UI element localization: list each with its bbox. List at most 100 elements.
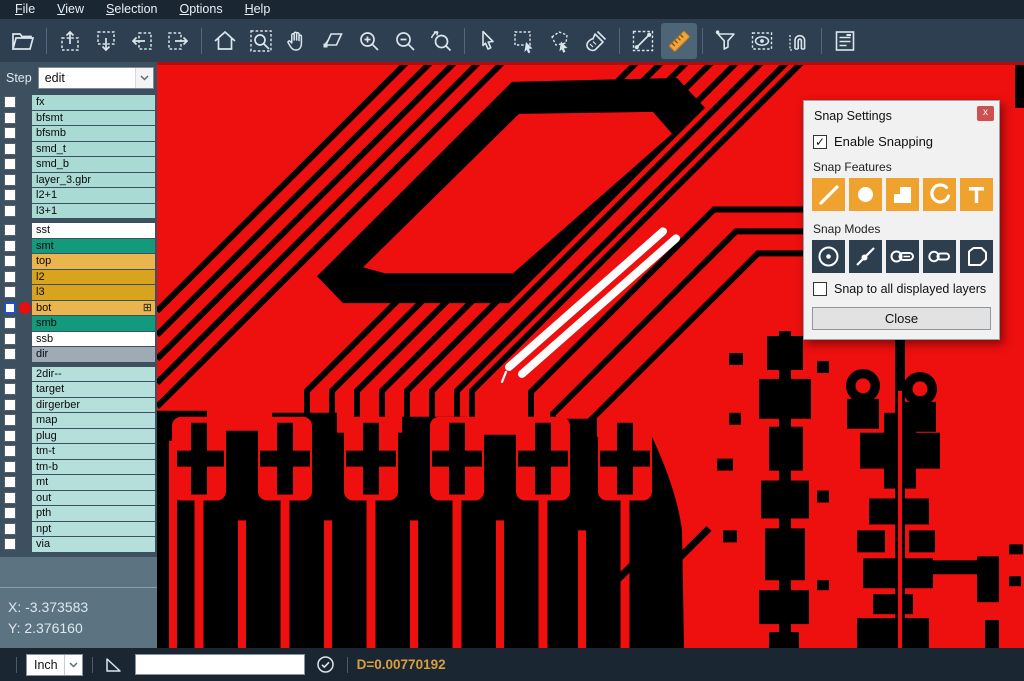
layer-visibility-checkbox[interactable] [4,430,16,442]
chevron-down-icon[interactable] [64,655,82,675]
layer-row-smt[interactable]: smt [0,239,157,254]
layer-name[interactable]: dir [32,347,155,362]
view-right-button[interactable] [160,23,196,59]
select-rectangle-button[interactable] [506,23,542,59]
layer-name[interactable]: fx [32,95,155,110]
layer-visibility-checkbox[interactable] [4,271,16,283]
zoom-previous-button[interactable] [423,23,459,59]
measure-line-button[interactable] [625,23,661,59]
layer-visibility-checkbox[interactable] [4,127,16,139]
select-button[interactable] [470,23,506,59]
dialog-title-bar[interactable]: Snap Settings x [804,101,999,125]
snap-feature-line-button[interactable] [812,178,845,211]
menu-options[interactable]: Options [168,0,233,19]
snap-feature-text-button[interactable] [960,178,993,211]
snap-all-layers-checkbox[interactable] [813,282,827,296]
layer-name[interactable]: top [32,254,155,269]
layer-visibility-checkbox[interactable] [4,112,16,124]
snap-mode-pad-outline-button[interactable] [923,240,956,273]
layer-name[interactable]: tm-t [32,444,155,459]
layer-visibility-checkbox[interactable] [4,461,16,473]
layer-visibility-checkbox[interactable] [4,189,16,201]
pan-hand-button[interactable] [279,23,315,59]
menu-selection[interactable]: Selection [95,0,168,19]
layer-row-l2[interactable]: l2 [0,270,157,285]
zoom-out-button[interactable] [387,23,423,59]
layer-name[interactable]: dirgerber [32,398,155,413]
layer-row-plug[interactable]: plug [0,429,157,444]
confirm-measure-button[interactable] [314,653,338,677]
layer-row-l2+1[interactable]: l2+1 [0,188,157,203]
layer-row-pth[interactable]: pth [0,506,157,521]
layer-row-top[interactable]: top [0,254,157,269]
layer-name[interactable]: tm-b [32,460,155,475]
snap-feature-arc-button[interactable] [923,178,956,211]
view-up-button[interactable] [52,23,88,59]
snap-magnet-button[interactable] [780,23,816,59]
layer-row-sst[interactable]: sst [0,223,157,238]
layer-row-fx[interactable]: fx [0,95,157,110]
chevron-down-icon[interactable] [135,68,153,88]
snap-feature-circle-button[interactable] [849,178,882,211]
layer-name[interactable]: bfsmb [32,126,155,141]
step-select[interactable]: edit [38,67,154,89]
layer-visibility-checkbox[interactable] [4,383,16,395]
layer-row-layer_3.gbr[interactable]: layer_3.gbr [0,173,157,188]
layer-name[interactable]: sst [32,223,155,238]
view-area-button[interactable] [744,23,780,59]
ruler-button[interactable] [661,23,697,59]
layer-visibility-checkbox[interactable] [4,492,16,504]
layer-name[interactable]: layer_3.gbr [32,173,155,188]
view-down-button[interactable] [88,23,124,59]
clean-brush-button[interactable] [578,23,614,59]
layer-visibility-checkbox[interactable] [4,240,16,252]
home-view-button[interactable] [207,23,243,59]
layer-name[interactable]: l3 [32,285,155,300]
open-button[interactable] [5,23,41,59]
layer-name[interactable]: target [32,382,155,397]
layer-visibility-checkbox[interactable] [4,255,16,267]
enable-snapping-checkbox[interactable]: ✓ [813,135,827,149]
layer-name[interactable]: via [32,537,155,552]
layer-name[interactable]: bfsmt [32,111,155,126]
layer-visibility-checkbox[interactable] [4,143,16,155]
zoom-in-button[interactable] [351,23,387,59]
dialog-close-button[interactable]: x [977,106,994,121]
layer-row-via[interactable]: via [0,537,157,552]
layer-name[interactable]: npt [32,522,155,537]
layer-row-smd_b[interactable]: smd_b [0,157,157,172]
layer-name[interactable]: smd_b [32,157,155,172]
layer-name[interactable]: smb [32,316,155,331]
layer-row-target[interactable]: target [0,382,157,397]
report-button[interactable] [827,23,863,59]
layer-visibility-checkbox[interactable] [4,205,16,217]
menu-file[interactable]: File [4,0,46,19]
view-left-button[interactable] [124,23,160,59]
layer-visibility-checkbox[interactable] [4,445,16,457]
menu-help[interactable]: Help [234,0,282,19]
layer-visibility-checkbox[interactable] [4,523,16,535]
layer-visibility-checkbox[interactable] [4,476,16,488]
layer-visibility-checkbox[interactable] [4,507,16,519]
layer-row-bfsmt[interactable]: bfsmt [0,111,157,126]
layer-visibility-checkbox[interactable] [4,158,16,170]
angle-mode-button[interactable] [102,653,126,677]
layer-name[interactable]: l2+1 [32,188,155,203]
layer-visibility-checkbox[interactable] [4,399,16,411]
filter-button[interactable] [708,23,744,59]
select-polygon-button[interactable] [542,23,578,59]
layer-row-dirgerber[interactable]: dirgerber [0,398,157,413]
measure-value-input[interactable] [135,654,305,675]
layer-row-npt[interactable]: npt [0,522,157,537]
layer-visibility-checkbox[interactable] [4,286,16,298]
layer-name[interactable]: map [32,413,155,428]
dialog-close-action-button[interactable]: Close [812,307,991,330]
layer-visibility-checkbox[interactable] [4,414,16,426]
layer-row-2dir--[interactable]: 2dir-- [0,367,157,382]
layer-row-tm-b[interactable]: tm-b [0,460,157,475]
layer-row-map[interactable]: map [0,413,157,428]
snap-mode-pad-button[interactable] [886,240,919,273]
layer-row-out[interactable]: out [0,491,157,506]
layer-row-smb[interactable]: smb [0,316,157,331]
layer-visibility-checkbox[interactable] [4,348,16,360]
